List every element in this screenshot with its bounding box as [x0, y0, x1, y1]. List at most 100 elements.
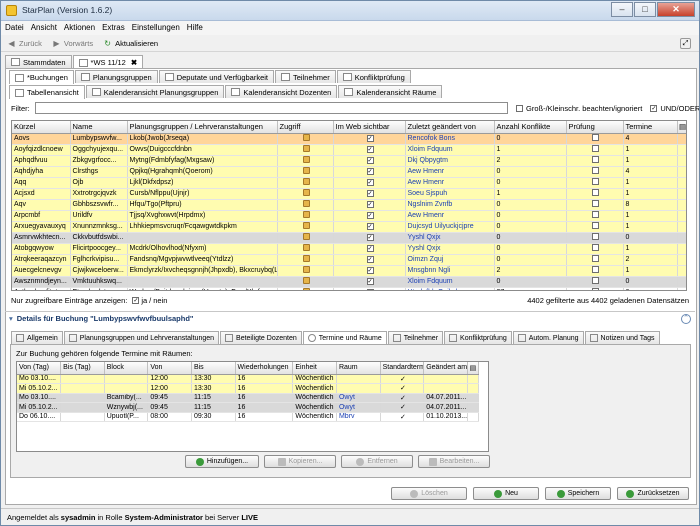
web-checkbox[interactable]: ✓	[366, 135, 374, 142]
filter-input[interactable]	[35, 102, 508, 114]
web-checkbox[interactable]: ✓	[366, 267, 374, 274]
table-row[interactable]: AvtkuchyafitptEtgvrbpdstrx...Wedyra/Bujt…	[12, 287, 686, 290]
tab-kalender-dozenten[interactable]: Kalenderansicht Dozenten	[225, 85, 338, 98]
menu-ansicht[interactable]: Ansicht	[31, 21, 57, 35]
pruefung-checkbox[interactable]	[592, 188, 599, 196]
column-chooser-icon[interactable]: ▤	[467, 362, 480, 375]
pruefung-checkbox[interactable]	[592, 254, 599, 262]
col-termine[interactable]: Termine	[623, 121, 678, 134]
termin-row[interactable]: Mi 05.10.2... Wznywbj(... 09:45 11:15 16 Wöch…	[17, 402, 480, 413]
col-kuerzel[interactable]: Kürzel	[12, 121, 71, 134]
tab-deputate[interactable]: Deputate und Verfügbarkeit	[158, 70, 275, 83]
table-row[interactable]: Asmrvwkhtecn... Ckkvbutfdswbi... ✓ Yyshl Qx…	[12, 232, 686, 244]
pruefung-checkbox[interactable]	[592, 155, 599, 163]
web-checkbox[interactable]: ✓	[366, 223, 374, 230]
andor-checkbox[interactable]: ✓	[650, 104, 658, 112]
close-tab-icon[interactable]: ✖	[131, 58, 137, 67]
web-checkbox[interactable]: ✓	[366, 168, 374, 175]
pruefung-checkbox[interactable]	[592, 276, 599, 284]
menu-extras[interactable]: Extras	[102, 21, 125, 35]
col-raum[interactable]: Raum	[336, 362, 381, 375]
web-checkbox[interactable]: ✓	[366, 201, 374, 208]
tab-konfliktpruefung[interactable]: Konfliktprüfung	[336, 70, 411, 83]
minimize-button[interactable]: –	[611, 2, 633, 17]
pruefung-checkbox[interactable]	[592, 287, 599, 290]
tab-planungsgruppen[interactable]: Planungsgruppen	[74, 70, 158, 83]
pruefung-checkbox[interactable]	[592, 243, 599, 251]
collapse-icon[interactable]: ▾	[9, 314, 13, 323]
col-name[interactable]: Name	[70, 121, 128, 134]
maximize-button[interactable]: □	[634, 2, 656, 17]
table-row[interactable]: Aqhdjyha Clrsthgs Qpjkq(Hgrahqmh(Qoerom) ✓ A…	[12, 166, 686, 178]
termin-row[interactable]: Mo 03.10.... 12:00 13:30 16 Wöchentlich ✓	[17, 374, 480, 384]
tab-dozenten[interactable]: Beteiligte Dozenten	[220, 331, 302, 344]
col-planungsgruppen[interactable]: Planungsgruppen / Lehrveranstaltungen	[127, 121, 278, 134]
menu-aktionen[interactable]: Aktionen	[64, 21, 95, 35]
tab-kalender-raeume[interactable]: Kalenderansicht Räume	[338, 85, 443, 98]
web-checkbox[interactable]: ✓	[366, 234, 374, 241]
col-bis[interactable]: Bis	[191, 362, 236, 375]
table-row[interactable]: Aovs Lumbypswvfw... Lkob(Jwob(Jrseqa) ✓ Renc…	[12, 133, 686, 145]
col-bis-tag[interactable]: Bis (Tag)	[60, 362, 105, 375]
delete-button[interactable]: Löschen	[391, 487, 467, 500]
col-block[interactable]: Block	[104, 362, 149, 375]
table-row[interactable]: Atobgqwyow Flicirtpoocgey... Mcdrk/Olhovlh…	[12, 243, 686, 255]
table-row[interactable]: Aqv Gbhbszsvwfr... Hfqu/Tgo(Pftpru) ✓ Ngslni…	[12, 199, 686, 211]
table-row[interactable]: Awsznmndjeyn... Vmktuuhkswq... ✓ Xloim Fdqu…	[12, 276, 686, 288]
ja-checkbox[interactable]: ✓	[132, 296, 140, 304]
add-termin-button[interactable]: Hinzufügen...	[185, 455, 259, 468]
pruefung-checkbox[interactable]	[592, 199, 599, 207]
close-button[interactable]: ✕	[657, 2, 695, 17]
web-checkbox[interactable]: ✓	[366, 146, 374, 153]
col-von-tag[interactable]: Von (Tag)	[17, 362, 62, 375]
details-toggle-icon[interactable]: ⌃	[681, 313, 691, 324]
new-button[interactable]: Neu	[473, 487, 539, 500]
col-wiederholungen[interactable]: Wiederholungen	[235, 362, 294, 375]
web-checkbox[interactable]: ✓	[366, 245, 374, 252]
col-geaendert[interactable]: Zuletzt geändert von	[405, 121, 495, 134]
pruefung-checkbox[interactable]	[592, 265, 599, 273]
col-pruefung[interactable]: Prüfung	[566, 121, 624, 134]
tab-stammdaten[interactable]: Stammdaten	[5, 55, 72, 68]
termin-row[interactable]: Do 06.10.... Upuotl(P... 08:00 09:30 16 Wöche…	[17, 412, 480, 422]
termin-row[interactable]: Mo 03.10.... Bcamiby(... 09:45 11:15 16 Wöche…	[17, 393, 480, 403]
save-button[interactable]: Speichern	[545, 487, 611, 500]
web-checkbox[interactable]: ✓	[366, 157, 374, 164]
pruefung-checkbox[interactable]	[592, 144, 599, 152]
table-row[interactable]: Aqq Ojb Ljkl(Dkfxdpsz) ✓ Aew Hmenr 0 1	[12, 177, 686, 189]
reset-button[interactable]: Zurücksetzen	[617, 487, 689, 500]
zoom-icon[interactable]: ⤢	[680, 38, 691, 49]
web-checkbox[interactable]: ✓	[366, 212, 374, 219]
table-row[interactable]: Arxuegyavauxyq Xnunnzmnksg... Lhhkiepmsvcr…	[12, 221, 686, 233]
edit-termin-button[interactable]: Bearbeiten...	[418, 455, 490, 468]
tab-kalender-planungsgruppen[interactable]: Kalenderansicht Planungsgruppen	[85, 85, 225, 98]
pruefung-checkbox[interactable]	[592, 166, 599, 174]
remove-termin-button[interactable]: Entfernen	[341, 455, 413, 468]
menu-einstellungen[interactable]: Einstellungen	[132, 21, 180, 35]
col-standardtermin[interactable]: Standardtermin	[380, 362, 425, 375]
refresh-button[interactable]: ↻ Aktualisieren	[103, 39, 158, 48]
tab-buchungen[interactable]: *Buchungen	[9, 70, 74, 84]
table-row[interactable]: Aoyfqizdlcnoew Oggchyujexqu... Owvs(Duigcc…	[12, 144, 686, 156]
menu-datei[interactable]: Datei	[5, 21, 24, 35]
col-web[interactable]: Im Web sichtbar	[333, 121, 406, 134]
tab-allgemein[interactable]: Allgemein	[11, 331, 63, 344]
tab-autom-planung[interactable]: Autom. Planung	[512, 331, 584, 344]
tab-tabellenansicht[interactable]: Tabellenansicht	[9, 85, 85, 99]
menu-hilfe[interactable]: Hilfe	[187, 21, 203, 35]
termin-row[interactable]: Mi 05.10.2... 12:00 13:30 16 Wöchentlich ✓	[17, 383, 480, 394]
tab-teilnehmer[interactable]: Teilnehmer	[275, 70, 336, 83]
pruefung-checkbox[interactable]	[592, 177, 599, 185]
col-zugriff[interactable]: Zugriff	[277, 121, 334, 134]
forward-button[interactable]: ▶ Vorwärts	[52, 39, 93, 48]
web-checkbox[interactable]: ✓	[366, 256, 374, 263]
web-checkbox[interactable]: ✓	[366, 289, 374, 290]
tab-planungsgruppen-lv[interactable]: Planungsgruppen und Lehrveranstaltungen	[63, 331, 220, 344]
web-checkbox[interactable]: ✓	[366, 179, 374, 186]
pruefung-checkbox[interactable]	[592, 232, 599, 240]
tab-konflikt-detail[interactable]: Konfliktprüfung	[444, 331, 512, 344]
col-konflikte[interactable]: Anzahl Konflikte	[494, 121, 567, 134]
pruefung-checkbox[interactable]	[592, 133, 599, 141]
column-chooser-icon[interactable]: ▤	[677, 121, 686, 134]
pruefung-checkbox[interactable]	[592, 210, 599, 218]
